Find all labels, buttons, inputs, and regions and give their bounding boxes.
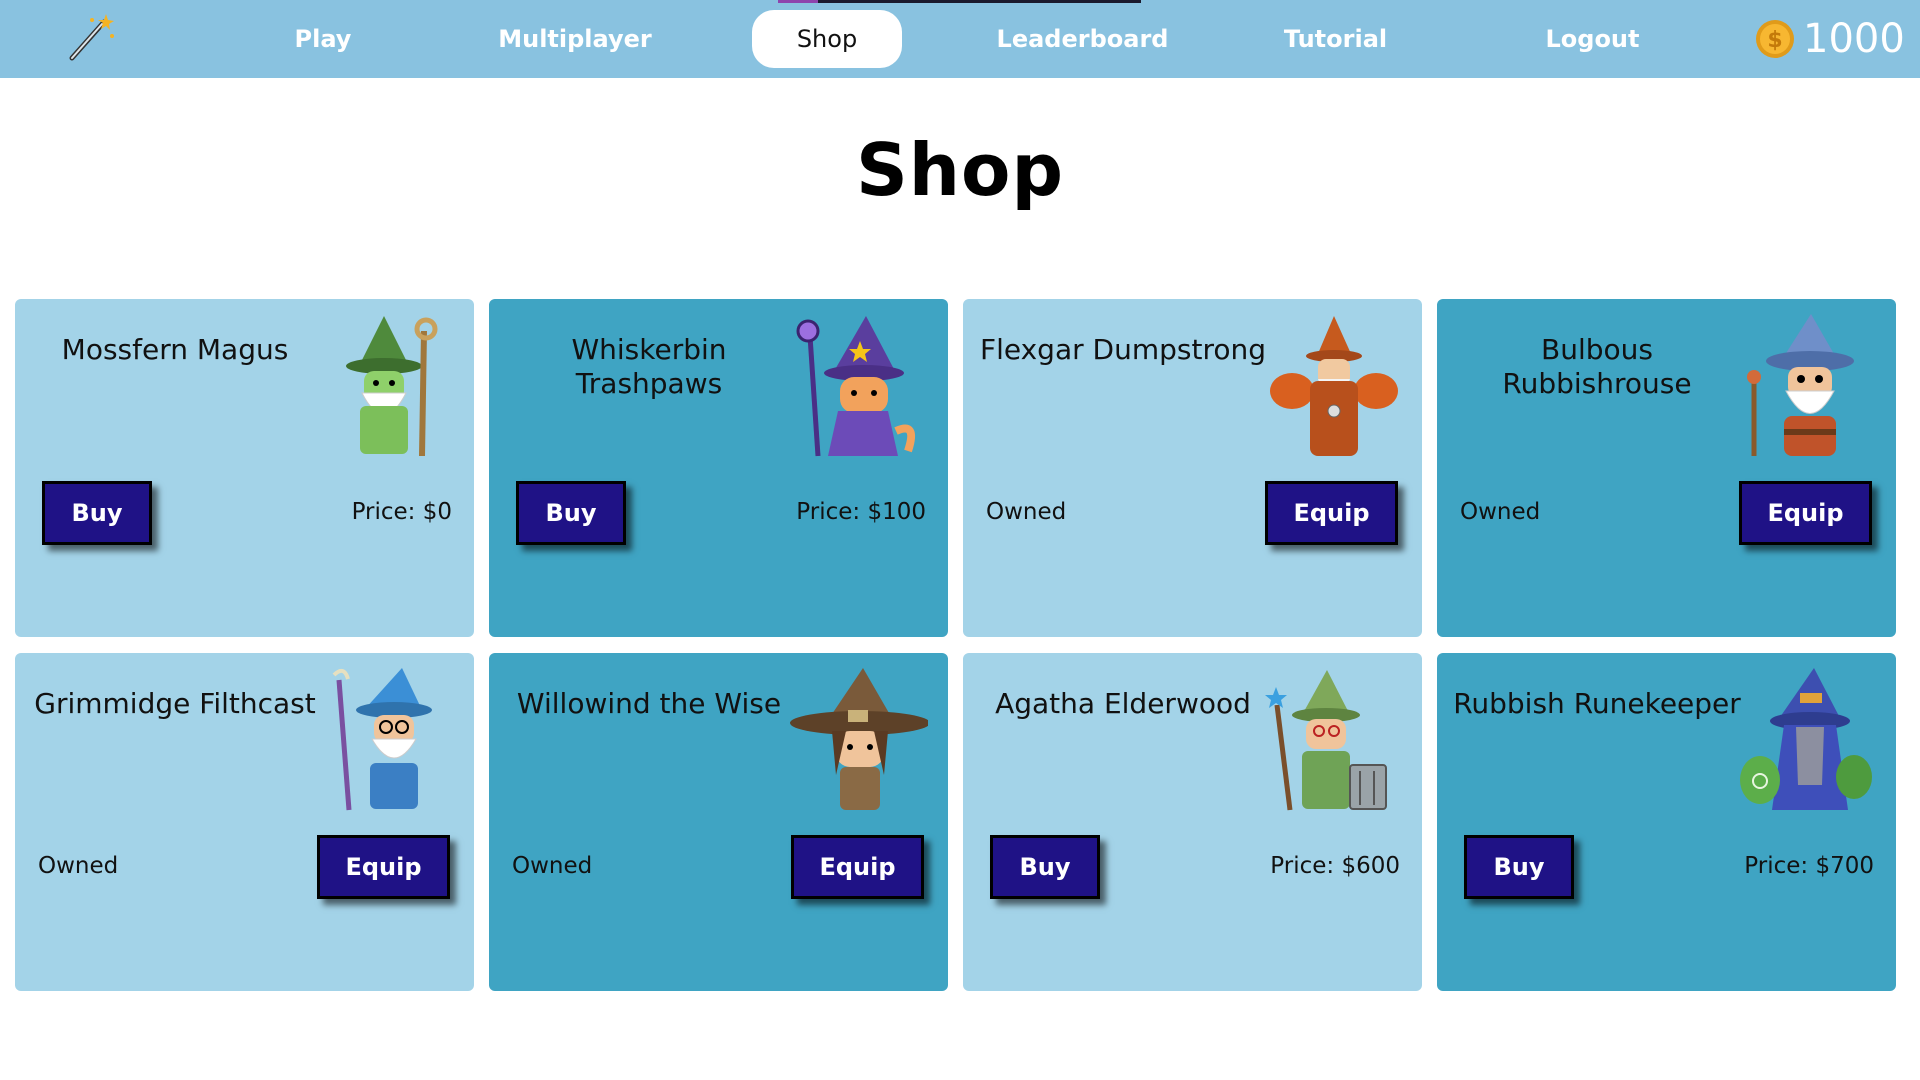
- nav-shop[interactable]: Shop: [752, 10, 902, 68]
- coin-count: 1000: [1803, 16, 1905, 62]
- nav-tutorial[interactable]: Tutorial: [1278, 10, 1393, 68]
- green-wizard-icon: [346, 316, 438, 457]
- shop-card: Flexgar Dumpstrong Owned Equip: [963, 299, 1422, 637]
- price-label: Price: $600: [1270, 853, 1400, 879]
- magic-wand-icon[interactable]: [62, 12, 118, 64]
- equip-button[interactable]: Equip: [1739, 481, 1872, 545]
- price-label: Price: $100: [796, 499, 926, 525]
- top-navbar: Play Multiplayer Shop Leaderboard Tutori…: [0, 0, 1920, 78]
- character-name: Agatha Elderwood: [995, 687, 1251, 720]
- character-name: Bulbous Rubbishrouse: [1502, 333, 1692, 400]
- owned-label: Owned: [512, 853, 593, 879]
- hooded-wizard-icon: [1740, 668, 1872, 810]
- shop-card: Rubbish Runekeeper Buy Price: $700: [1437, 653, 1896, 991]
- shop-card: Mossfern Magus Buy Price: $0: [15, 299, 474, 637]
- shop-card: Whiskerbin Trashpaws Buy Price: $100: [489, 299, 948, 637]
- cat-wizard-icon: [796, 316, 915, 457]
- owned-label: Owned: [38, 853, 119, 879]
- shop-card: Willowind the Wise Owned Equip: [489, 653, 948, 991]
- gold-coin-icon: $: [1756, 20, 1794, 58]
- svg-text:$: $: [1767, 28, 1782, 53]
- gnome-wizard-icon: [1747, 314, 1854, 456]
- character-name: Flexgar Dumpstrong: [979, 333, 1266, 366]
- blue-wizard-icon: [332, 668, 432, 811]
- equip-button[interactable]: Equip: [1265, 481, 1398, 545]
- character-name: Mossfern Magus: [61, 333, 289, 366]
- equip-button[interactable]: Equip: [317, 835, 450, 899]
- price-label: Price: $0: [351, 499, 452, 525]
- character-name: Willowind the Wise: [516, 687, 782, 720]
- nav-leaderboard[interactable]: Leaderboard: [997, 10, 1169, 68]
- shop-card: Grimmidge Filthcast Owned Equip: [15, 653, 474, 991]
- page-title: Shop: [855, 128, 1065, 212]
- equip-button[interactable]: Equip: [791, 835, 924, 899]
- shop-grid: Mossfern Magus Buy Price: $0 Whiskerbin …: [15, 299, 1896, 991]
- buy-button[interactable]: Buy: [42, 481, 152, 545]
- nav-accent-bar: [778, 0, 1141, 3]
- muscle-wizard-icon: [1270, 316, 1398, 456]
- coin-balance: $ 1000: [1755, 10, 1905, 68]
- price-label: Price: $700: [1744, 853, 1874, 879]
- character-name: Rubbish Runekeeper: [1453, 687, 1741, 720]
- nav-play[interactable]: Play: [268, 10, 378, 68]
- buy-button[interactable]: Buy: [990, 835, 1100, 899]
- buy-button[interactable]: Buy: [1464, 835, 1574, 899]
- character-name: Whiskerbin Trashpaws: [571, 333, 727, 400]
- character-name: Grimmidge Filthcast: [34, 687, 316, 720]
- buy-button[interactable]: Buy: [516, 481, 626, 545]
- nav-multiplayer[interactable]: Multiplayer: [495, 10, 655, 68]
- owned-label: Owned: [986, 499, 1067, 525]
- shop-card: Agatha Elderwood Buy Price: $600: [963, 653, 1422, 991]
- nav-logout[interactable]: Logout: [1535, 10, 1650, 68]
- owned-label: Owned: [1460, 499, 1541, 525]
- ranger-wizard-icon: [790, 668, 928, 810]
- shop-card: Bulbous Rubbishrouse Owned Equip: [1437, 299, 1896, 637]
- witch-trashcan-icon: [1265, 670, 1387, 811]
